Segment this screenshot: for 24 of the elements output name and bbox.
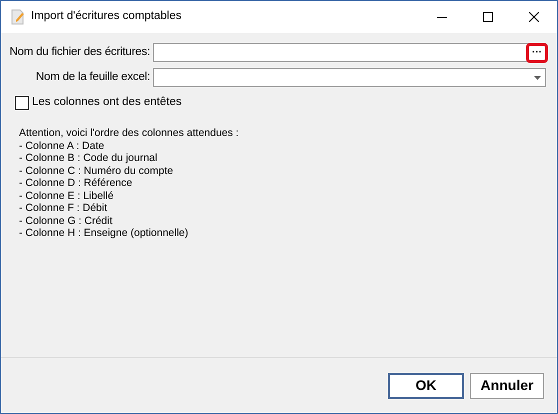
- checkbox-label: Les colonnes ont des entêtes: [32, 95, 182, 110]
- instruction-line: - Colonne D : Référence: [19, 177, 134, 190]
- field-label: Nom de la feuille excel:: [34, 70, 151, 85]
- instruction-line: - Colonne B : Code du journal: [19, 152, 158, 165]
- field-label: Nom du fichier des écritures:: [8, 44, 151, 60]
- minimize-icon: [437, 16, 447, 18]
- instruction-line: - Colonne C : Numéro du compte: [19, 164, 174, 178]
- close-icon: [529, 12, 539, 22]
- instruction-line: - Colonne F : Débit: [19, 202, 108, 215]
- sheet-dropdown[interactable]: [153, 68, 546, 87]
- checkbox[interactable]: [15, 96, 29, 110]
- document-pen-icon: [11, 9, 25, 25]
- dropdown-arrow-icon: [534, 76, 541, 80]
- instruction-line: - Colonne G : Crédit: [19, 214, 114, 228]
- ok-button[interactable]: OK: [388, 372, 464, 398]
- file-field[interactable]: ···: [153, 43, 546, 62]
- instruction-line: - Colonne H : Enseigne (optionnelle): [19, 227, 190, 240]
- cancel-button[interactable]: Annuler: [470, 372, 544, 398]
- browse-button[interactable]: ···: [526, 42, 548, 62]
- window-title: Import d'écritures comptables: [31, 9, 182, 24]
- instruction-line: Attention, voici l'ordre des colonnes attendues :: [19, 127, 240, 140]
- maximize-icon: [483, 12, 493, 22]
- instruction-line: - Colonne E : Libellé: [19, 190, 115, 202]
- instruction-line: - Colonne A : Date: [19, 140, 106, 152]
